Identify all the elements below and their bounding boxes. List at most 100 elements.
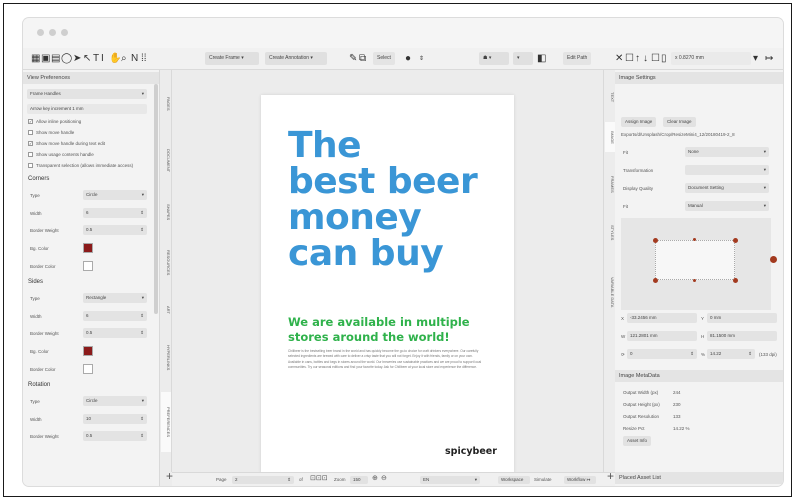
- copy-icon[interactable]: ⧉: [359, 52, 366, 66]
- save-icon[interactable]: ▤: [51, 52, 60, 66]
- crop-preview-area[interactable]: [621, 218, 777, 310]
- fill-select[interactable]: Manual ▾: [685, 201, 769, 211]
- create-annotation-select[interactable]: Create Annotation ▾: [265, 52, 327, 65]
- arrow-key-field[interactable]: Arrow key increment 1 mm: [27, 104, 147, 114]
- h-input[interactable]: 81.1500 mm: [707, 331, 777, 341]
- square-icon[interactable]: ☐: [625, 52, 634, 66]
- crop-handle[interactable]: [693, 238, 696, 241]
- crop-handle[interactable]: [733, 278, 738, 283]
- tab-styles[interactable]: STYLES: [605, 216, 615, 250]
- crop-handle[interactable]: [653, 278, 658, 283]
- add-panel-plus-icon[interactable]: +: [607, 469, 614, 483]
- scale-input[interactable]: 14.22 ⇕: [707, 349, 755, 359]
- headline[interactable]: The best beer money can buy: [288, 128, 478, 272]
- sides-bg-swatch[interactable]: [83, 346, 93, 356]
- add-page-plus-icon[interactable]: +: [166, 469, 173, 483]
- chevron-down-icon[interactable]: ▾: [753, 52, 758, 66]
- image-frame-tool-icon[interactable]: ▣: [41, 52, 50, 66]
- tab-image[interactable]: IMAGE: [605, 122, 615, 152]
- simulate-button[interactable]: Simulate: [534, 476, 552, 484]
- tab-pages[interactable]: PAGES: [161, 86, 171, 122]
- document-page[interactable]: The best beer money can buy We are avail…: [261, 95, 514, 473]
- stroke-icon[interactable]: ▯: [661, 52, 667, 66]
- body-text[interactable]: Chillbeer is the bestselling beer brand …: [288, 349, 484, 371]
- display-quality-select[interactable]: Document Setting ▾: [685, 183, 769, 193]
- tab-text[interactable]: TEXT: [605, 86, 615, 108]
- rotate-handle[interactable]: [770, 256, 777, 263]
- language-select[interactable]: EN ▾: [420, 476, 480, 484]
- sides-border-input[interactable]: 0.5 ⇕: [83, 328, 147, 338]
- crop-frame[interactable]: [655, 240, 735, 280]
- close-x-icon[interactable]: ✕: [615, 52, 623, 66]
- zoom-in-icon[interactable]: ⊕: [372, 475, 378, 483]
- zoom-input[interactable]: 150: [350, 476, 368, 484]
- tab-document[interactable]: DOCUMENT: [161, 136, 171, 186]
- tab-art[interactable]: ART: [161, 298, 171, 322]
- corners-type-select[interactable]: Circle ▾: [83, 190, 147, 200]
- layers-icon[interactable]: ◧: [537, 52, 546, 66]
- arrange-select[interactable]: ☗ ▾: [479, 52, 509, 65]
- text-tool-icon[interactable]: T: [93, 52, 99, 66]
- sides-width-input[interactable]: 6 ⇕: [83, 311, 147, 321]
- left-panel-scrollbar[interactable]: [154, 84, 158, 314]
- checkbox-show-move-handle[interactable]: [28, 130, 33, 135]
- fit-select[interactable]: None ▾: [685, 147, 769, 157]
- workspace-button[interactable]: Workspace: [498, 476, 530, 484]
- w-input[interactable]: 121.2801 mm: [627, 331, 697, 341]
- corners-width-input[interactable]: 6 ⇕: [83, 208, 147, 218]
- hand-tool-icon[interactable]: ✋: [109, 52, 121, 66]
- page-nav-icons[interactable]: ⊡⊡⊡: [310, 475, 328, 483]
- window-close-dot[interactable]: [37, 29, 44, 36]
- tab-variable-data[interactable]: VARIABLE DATA: [605, 262, 615, 322]
- zoom-out-icon[interactable]: ⊖: [381, 475, 387, 483]
- create-frame-select[interactable]: Create Frame ▾: [205, 52, 259, 65]
- crop-handle[interactable]: [653, 238, 658, 243]
- select-button[interactable]: Select: [373, 52, 395, 65]
- align-select[interactable]: ▾: [513, 52, 533, 65]
- corners-border-swatch[interactable]: [83, 261, 93, 271]
- crop-handle[interactable]: [733, 238, 738, 243]
- crop-handle[interactable]: [693, 279, 696, 282]
- corners-border-input[interactable]: 0.5 ⇕: [83, 225, 147, 235]
- y-input[interactable]: 0 mm: [707, 313, 777, 323]
- edit-icon[interactable]: ✎: [349, 52, 357, 66]
- pen-tool-icon[interactable]: N: [131, 52, 138, 66]
- checkbox-transparent-selection[interactable]: [28, 163, 33, 168]
- rotation-input[interactable]: 0 ⇕: [627, 349, 697, 359]
- zoom-tool-icon[interactable]: ⌕: [121, 52, 127, 66]
- checkbox-move-handle-text-edit[interactable]: ✓: [28, 141, 33, 146]
- color-picker-icon[interactable]: ●: [405, 52, 411, 66]
- arrow-up-icon[interactable]: ↑: [635, 52, 640, 66]
- rect-icon[interactable]: ☐: [651, 52, 660, 66]
- expand-arrow-icon[interactable]: ↦: [765, 52, 773, 66]
- tab-hyperlinks[interactable]: HYPERLINKS: [161, 332, 171, 384]
- measure-field[interactable]: x 0.8270 mm: [671, 52, 751, 65]
- stepper-icon[interactable]: ⇕: [419, 52, 424, 66]
- tab-preferences[interactable]: PREFERENCES: [161, 392, 171, 452]
- shape-tool-icon[interactable]: ◯: [61, 52, 72, 66]
- frame-tool-icon[interactable]: ▦: [31, 52, 40, 66]
- subheadline[interactable]: We are available in multiple stores arou…: [288, 315, 470, 345]
- edit-path-button[interactable]: Edit Path: [563, 52, 592, 65]
- grid-tool-icon[interactable]: ⁞⁞: [141, 52, 147, 66]
- corners-bg-swatch[interactable]: [83, 243, 93, 253]
- page-number-input[interactable]: 2 ⇕: [232, 476, 294, 484]
- checkbox-usage-contents[interactable]: [28, 152, 33, 157]
- x-input[interactable]: -33.2456 mm: [627, 313, 697, 323]
- assign-image-button[interactable]: Assign Image: [621, 117, 657, 127]
- rotation-border-input[interactable]: 0.5 ⇕: [83, 431, 147, 441]
- window-minimize-dot[interactable]: [49, 29, 56, 36]
- tab-shapes[interactable]: SHAPES: [161, 194, 171, 230]
- tab-resources[interactable]: RESOURCES: [161, 238, 171, 288]
- pointer-tool-icon[interactable]: ➤: [73, 52, 81, 66]
- window-maximize-dot[interactable]: [61, 29, 68, 36]
- sides-border-swatch[interactable]: [83, 364, 93, 374]
- tab-frames[interactable]: FRAMES: [605, 166, 615, 202]
- frame-handles-dropdown[interactable]: Frame Handles ▾: [27, 89, 147, 99]
- checkbox-allow-inline[interactable]: ✓: [28, 119, 33, 124]
- asset-info-button[interactable]: Asset Info: [623, 436, 652, 446]
- rotation-width-input[interactable]: 10 ⇕: [83, 414, 147, 424]
- rotation-type-select[interactable]: Circle ▾: [83, 396, 147, 406]
- transformation-select[interactable]: ▾: [685, 165, 769, 175]
- direct-select-icon[interactable]: ↖: [83, 52, 91, 66]
